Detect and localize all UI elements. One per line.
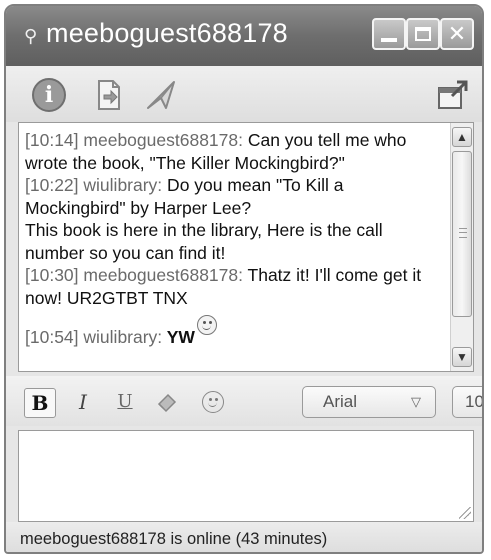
underline-button[interactable]: U — [110, 388, 140, 416]
message: [10:54] wiulibrary: YW — [25, 315, 445, 349]
message-time: [10:22] — [25, 175, 79, 195]
caret-down-icon: ▽ — [411, 394, 421, 409]
close-icon: ✕ — [447, 21, 467, 46]
maximize-button[interactable] — [406, 18, 440, 50]
scroll-down-button[interactable]: ▼ — [452, 347, 472, 367]
chevron-down-icon: ▼ — [456, 350, 468, 364]
message: [10:14] meeboguest688178: Can you tell m… — [25, 129, 445, 174]
grip-icon — [459, 228, 467, 238]
maximize-icon — [415, 27, 431, 41]
chevron-up-icon: ▲ — [456, 130, 468, 144]
message-sender: meeboguest688178: — [83, 130, 243, 150]
chat-history[interactable]: [10:14] meeboguest688178: Can you tell m… — [18, 122, 474, 372]
message: This book is here in the library, Here i… — [25, 219, 445, 264]
scroll-up-button[interactable]: ▲ — [452, 127, 472, 147]
message-sender: wiulibrary: — [83, 175, 163, 195]
message-input[interactable] — [18, 430, 474, 522]
format-toolbar: B I U Arial ▽ 10 — [6, 376, 482, 426]
send-file-icon[interactable] — [92, 78, 126, 112]
chat-scrollbar[interactable]: ▲ ▼ — [450, 123, 473, 371]
italic-button[interactable]: I — [68, 388, 98, 416]
minimize-button[interactable] — [372, 18, 406, 50]
message-sender: wiulibrary: — [83, 327, 163, 347]
emoticon-button[interactable] — [198, 388, 228, 416]
font-size-select[interactable]: 10 — [452, 386, 484, 418]
popout-icon[interactable] — [436, 78, 470, 112]
smiley-icon — [202, 391, 224, 413]
resize-grip-icon[interactable] — [459, 507, 471, 519]
nudge-icon[interactable] — [144, 78, 178, 112]
clear-format-button[interactable] — [152, 388, 182, 416]
bold-button[interactable]: B — [24, 388, 56, 418]
status-bar: meeboguest688178 is online (43 minutes) — [6, 522, 482, 552]
eraser-icon — [157, 393, 177, 413]
font-size-value: 10 — [465, 392, 484, 411]
title-bar[interactable]: ⚲ meeboguest688178 ✕ — [6, 6, 482, 66]
message-text: This book is here in the library, Here i… — [25, 220, 383, 263]
message-sender: meeboguest688178: — [83, 265, 243, 285]
message: [10:30] meeboguest688178: Thatz it! I'll… — [25, 264, 445, 309]
chat-window: ⚲ meeboguest688178 ✕ i [10:14] meebogues… — [4, 4, 484, 554]
pin-icon[interactable]: ⚲ — [24, 26, 37, 47]
font-family-value: Arial — [323, 392, 358, 411]
smiley-emoticon-icon — [196, 315, 217, 335]
message-list: [10:14] meeboguest688178: Can you tell m… — [25, 129, 445, 349]
minimize-icon — [381, 38, 397, 42]
window-title: meeboguest688178 — [46, 18, 288, 48]
message-text: YW — [162, 327, 195, 347]
message: [10:22] wiulibrary: Do you mean "To Kill… — [25, 174, 445, 219]
font-family-select[interactable]: Arial ▽ — [302, 386, 436, 418]
message-time: [10:30] — [25, 265, 79, 285]
chat-toolbar: i — [6, 66, 482, 122]
close-button[interactable]: ✕ — [440, 18, 474, 50]
message-time: [10:54] — [25, 327, 79, 347]
message-time: [10:14] — [25, 130, 79, 150]
info-icon[interactable]: i — [32, 78, 66, 112]
status-text: meeboguest688178 is online (43 minutes) — [20, 530, 328, 548]
scroll-thumb[interactable] — [452, 151, 472, 317]
